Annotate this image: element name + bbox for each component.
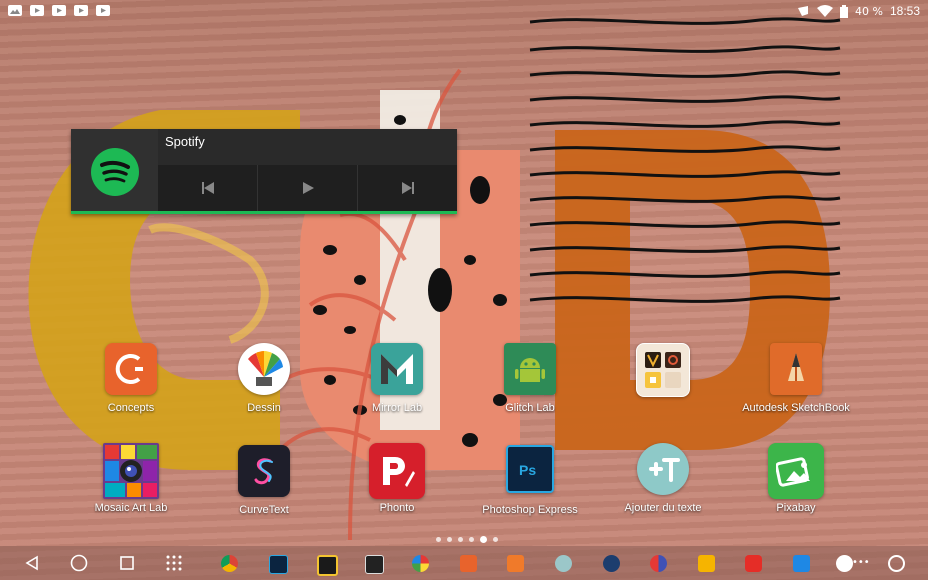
sketchbook-icon: [770, 343, 822, 395]
svg-text:Ps: Ps: [519, 462, 536, 478]
app-label: Glitch Lab: [505, 402, 555, 414]
concepts-icon: [105, 343, 157, 395]
image-icon: [8, 5, 22, 16]
home-icon: [70, 554, 88, 572]
pixabay-icon: [768, 443, 824, 499]
wifi-icon: [817, 5, 834, 17]
navigation-bar: •••: [0, 546, 928, 580]
youtube-icon: [30, 5, 44, 16]
mic-icon[interactable]: [836, 555, 853, 572]
mosaic-art-lab-icon: [103, 443, 159, 499]
youtube-icon: [96, 5, 110, 16]
app-icon[interactable]: [793, 555, 810, 572]
app-label: Photoshop Express: [482, 504, 578, 516]
app-label: CurveText: [239, 504, 289, 516]
concepts-icon[interactable]: [460, 555, 477, 572]
clock: 18:53: [889, 4, 920, 18]
app-drawer-button[interactable]: [164, 553, 184, 573]
app-photoshop-express[interactable]: Ps Photoshop Express: [470, 443, 590, 516]
play-button[interactable]: [258, 165, 358, 211]
app-label: Dessin: [247, 402, 281, 414]
playback-controls: [158, 165, 457, 211]
photoshop-mix-icon[interactable]: [269, 555, 288, 574]
notification-icons: [8, 5, 110, 16]
app-label: Autodesk SketchBook: [742, 402, 850, 414]
chrome-icon[interactable]: [221, 555, 238, 572]
app-icon[interactable]: [507, 555, 524, 572]
status-bar: 40 % 18:53: [0, 0, 928, 24]
spotify-icon: [90, 147, 139, 196]
page-dot[interactable]: [493, 537, 498, 542]
app-label: Mirror Lab: [371, 402, 423, 414]
app-ajouter-du-texte[interactable]: Ajouter du texte: [603, 443, 723, 514]
battery-percentage: 40 %: [855, 4, 883, 18]
page-dot[interactable]: [469, 537, 474, 542]
app-label: Mosaic Art Lab: [94, 502, 168, 514]
page-dot[interactable]: [436, 537, 441, 542]
app-icon[interactable]: [317, 555, 338, 576]
mirror-lab-icon: [371, 343, 423, 395]
back-button[interactable]: [22, 553, 42, 573]
page-dot[interactable]: [447, 537, 452, 542]
progress-bar: [71, 211, 457, 214]
next-button[interactable]: [358, 165, 457, 211]
recents-icon: [120, 556, 134, 570]
app-folder[interactable]: [603, 343, 723, 404]
keep-icon[interactable]: [698, 555, 715, 572]
app-icon[interactable]: [365, 555, 384, 574]
app-label: Pixabay: [776, 502, 816, 514]
app-label: Phonto: [379, 502, 415, 514]
folder-icon: [636, 343, 690, 397]
more-icon[interactable]: •••: [852, 558, 870, 568]
app-mosaic-art-lab[interactable]: Mosaic Art Lab: [71, 443, 191, 514]
play-icon: [302, 182, 314, 194]
app-autodesk-sketchbook[interactable]: Autodesk SketchBook: [736, 343, 856, 414]
home-button[interactable]: [69, 553, 89, 573]
app-icon[interactable]: [555, 555, 572, 572]
app-pixabay[interactable]: Pixabay: [736, 443, 856, 514]
battery-icon: [840, 4, 849, 18]
app-label: Ajouter du texte: [624, 502, 702, 514]
dessin-icon: [238, 343, 290, 395]
album-art[interactable]: [71, 129, 158, 214]
app-phonto[interactable]: Phonto: [337, 443, 457, 514]
app-glitch-lab[interactable]: Glitch Lab: [470, 343, 590, 414]
back-icon: [25, 555, 38, 571]
speed-icon[interactable]: [888, 555, 905, 572]
cast-icon: [798, 6, 809, 16]
phonto-icon: [369, 443, 425, 499]
youtube-icon: [74, 5, 88, 16]
recents-button[interactable]: [117, 553, 137, 573]
app-drawer-icon: [166, 555, 182, 571]
app-curvetext[interactable]: CurveText: [204, 445, 324, 516]
page-dot-active[interactable]: [480, 536, 487, 543]
previous-icon: [201, 182, 214, 194]
app-label: Concepts: [107, 402, 155, 414]
next-icon: [401, 182, 414, 194]
curvetext-icon: [238, 445, 290, 497]
app-concepts[interactable]: Concepts: [71, 343, 191, 414]
app-icon[interactable]: [650, 555, 667, 572]
previous-button[interactable]: [158, 165, 258, 211]
page-dot[interactable]: [458, 537, 463, 542]
youtube-icon: [52, 5, 66, 16]
android-icon: [504, 343, 556, 395]
add-text-icon: [637, 443, 689, 495]
app-icon[interactable]: [412, 555, 429, 572]
app-dessin[interactable]: Dessin: [204, 343, 324, 414]
widget-title: Spotify: [165, 134, 205, 149]
spotify-widget[interactable]: Spotify: [71, 129, 457, 214]
app-mirror-lab[interactable]: Mirror Lab: [337, 343, 457, 414]
photoshop-express-icon: Ps: [506, 445, 554, 493]
page-indicator[interactable]: [436, 536, 498, 543]
youtube-icon[interactable]: [745, 555, 762, 572]
tasks-icon[interactable]: [603, 555, 620, 572]
